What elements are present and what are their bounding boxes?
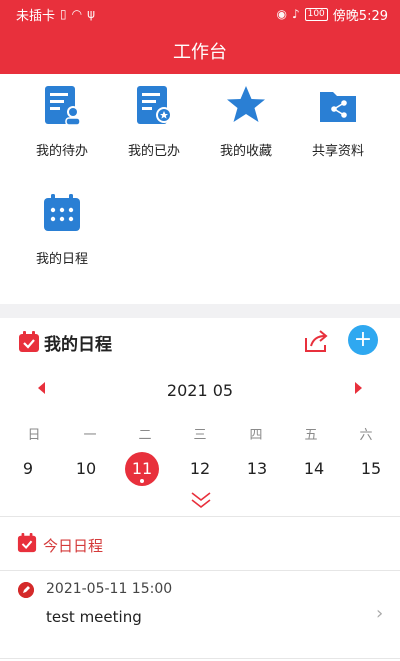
tile-calendar[interactable]: 我的日程 — [12, 182, 112, 282]
day-cell[interactable]: 14 — [294, 454, 334, 484]
weekday-label: 三 — [193, 428, 207, 443]
day-cell[interactable]: 15 — [351, 454, 391, 484]
status-bar: 未插卡 ▯ ◠ ψ ◉ ♪ 100 傍晚5:29 — [0, 0, 400, 28]
usb-icon: ψ — [87, 7, 96, 21]
function-grid: 我的待办 我的已办 我的收藏 共享资料 我的日程 — [0, 74, 400, 304]
eye-icon: ◉ — [276, 7, 287, 21]
weekday-row: 日 一 二 三 四 五 六 — [0, 424, 400, 444]
divider — [0, 516, 400, 517]
schedule-title: 我的日程 — [44, 335, 112, 355]
weekday-label: 一 — [83, 428, 97, 443]
carrier-text: 未插卡 — [16, 8, 56, 24]
tile-favorites[interactable]: 我的收藏 — [196, 74, 296, 174]
today-calendar-icon — [17, 533, 37, 553]
clock-text: 傍晚5:29 — [332, 8, 388, 24]
section-divider — [0, 304, 400, 318]
event-dot — [140, 479, 144, 483]
weekday-label: 五 — [304, 428, 318, 443]
done-doc-icon — [137, 86, 172, 124]
day-cell[interactable]: 12 — [180, 454, 220, 484]
shared-folder-icon — [320, 92, 356, 122]
wifi-icon: ◠ — [71, 7, 83, 21]
weekday-label: 二 — [138, 428, 152, 443]
star-icon — [227, 86, 265, 122]
today-schedule-title: 今日日程 — [43, 537, 104, 555]
pencil-icon — [18, 582, 34, 598]
tile-shared[interactable]: 共享资料 — [288, 74, 388, 174]
week-days-row: 9 10 11 12 13 14 15 — [0, 454, 400, 484]
todo-doc-icon — [45, 86, 81, 126]
day-cell[interactable]: 9 — [8, 454, 48, 484]
tile-done[interactable]: 我的已办 — [104, 74, 204, 174]
add-schedule-button[interactable]: + — [348, 325, 378, 355]
tile-todo[interactable]: 我的待办 — [12, 74, 112, 174]
tile-label: 我的收藏 — [219, 144, 272, 159]
plus-icon: + — [353, 327, 373, 352]
bell-off-icon: ♪ — [291, 7, 300, 21]
schedule-calendar-icon — [19, 331, 39, 352]
divider — [0, 658, 400, 659]
expand-chevron-icon[interactable] — [190, 490, 212, 510]
title-bar: 工作台 — [0, 28, 400, 74]
chevron-right-icon: › — [376, 603, 384, 624]
divider — [0, 570, 400, 571]
weekday-label: 日 — [27, 428, 41, 443]
event-title: test meeting — [46, 608, 142, 626]
page-title: 工作台 — [173, 42, 227, 63]
weekday-label: 四 — [249, 428, 263, 443]
day-cell[interactable]: 13 — [237, 454, 277, 484]
next-month-icon[interactable] — [355, 382, 362, 394]
sim-icon: ▯ — [60, 7, 67, 21]
tile-label: 我的日程 — [35, 252, 88, 267]
weekday-label: 六 — [359, 428, 373, 443]
share-icon[interactable] — [303, 329, 329, 353]
calendar-icon — [44, 194, 80, 231]
status-right: ◉ ♪ 100 傍晚5:29 — [276, 5, 388, 24]
tile-label: 共享资料 — [311, 144, 364, 159]
status-left: 未插卡 ▯ ◠ ψ — [16, 5, 95, 24]
month-label: 2021 05 — [166, 380, 234, 400]
day-cell[interactable]: 10 — [66, 454, 106, 484]
battery-icon: 100 — [304, 7, 328, 21]
tile-label: 我的待办 — [35, 144, 88, 159]
month-label-row: 2021 05 — [0, 374, 400, 406]
event-time: 2021-05-11 15:00 — [46, 581, 173, 597]
tile-label: 我的已办 — [127, 144, 180, 159]
